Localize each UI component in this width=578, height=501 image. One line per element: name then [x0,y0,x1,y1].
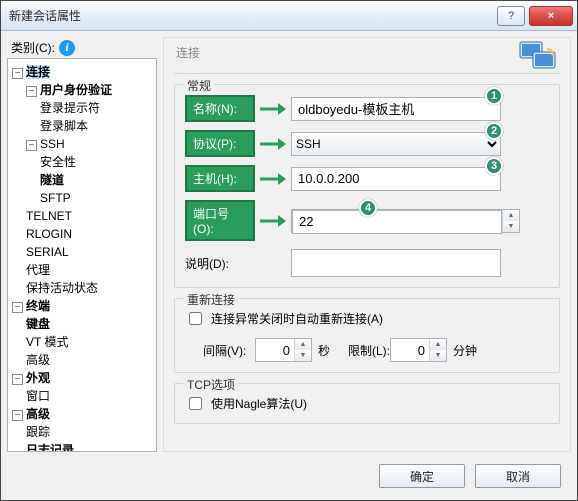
tree-node-ssh[interactable]: SSH [40,137,65,151]
tree-toggle-icon[interactable]: − [26,86,37,97]
label-protocol: 协议(P): [185,130,255,157]
arrow-icon [259,172,287,186]
help-button[interactable]: ? [497,6,525,26]
callout-3: 3 [485,157,503,175]
tree-node-serial[interactable]: SERIAL [26,245,69,259]
info-icon: i [59,40,75,56]
spin-up-icon[interactable]: ▲ [430,339,446,350]
window-title: 新建会话属性 [9,7,493,24]
tree-node-login-script[interactable]: 登录脚本 [40,119,88,133]
spin-down-icon[interactable]: ▼ [430,350,446,361]
label-minutes: 分钟 [453,342,477,359]
tree-toggle-icon[interactable]: − [12,68,23,79]
row-name: 名称(N): 1 [185,95,549,122]
category-tree[interactable]: −连接 −用户身份验证 登录提示符 登录脚本 −SSH 安全性 [7,58,157,452]
interval-stepper[interactable]: ▲▼ [255,338,312,362]
tree-node-auth[interactable]: 用户身份验证 [40,83,112,97]
group-tcp: TCP选项 使用Nagle算法(U) [174,383,560,424]
row-port: 端口号(O): ▲▼ 4 [185,200,549,241]
tree-node-telnet[interactable]: TELNET [26,209,72,223]
callout-1: 1 [485,87,503,105]
group-reconnect: 重新连接 连接异常关闭时自动重新连接(A) 间隔(V): ▲▼ 秒 限制(L): [174,298,560,373]
legend-reconnect: 重新连接 [183,291,239,308]
interval-input[interactable] [256,339,294,361]
client-area: 类别(C): i −连接 −用户身份验证 登录提示符 登录脚本 − [1,31,577,500]
close-button[interactable]: × [529,6,573,26]
tree-node-proxy[interactable]: 代理 [26,263,50,277]
tree-node-keyboard[interactable]: 键盘 [26,317,50,331]
tree-node-advanced-terminal[interactable]: 高级 [26,353,50,367]
tree-node-tunnel[interactable]: 隧道 [40,173,64,187]
label-description: 说明(D): [185,252,255,275]
label-name: 名称(N): [185,95,255,122]
name-input[interactable] [291,97,501,121]
auto-reconnect-label: 连接异常关闭时自动重新连接(A) [211,310,383,327]
group-general: 常规 名称(N): 1 协议(P): [174,84,560,288]
title-bar: 新建会话属性 ? × [1,1,577,31]
tree-node-vt[interactable]: VT 模式 [26,335,68,349]
callout-4: 4 [359,199,377,217]
category-label: 类别(C): i [11,39,157,56]
label-limit: 限制(L): [330,342,390,359]
label-interval: 间隔(V): [185,342,255,359]
description-input[interactable] [291,249,501,277]
tree-node-connection[interactable]: 连接 [26,65,50,79]
session-icon [519,39,559,78]
tree-toggle-icon[interactable]: − [12,302,23,313]
port-stepper[interactable]: ▲▼ [291,209,520,233]
tree-node-keepalive[interactable]: 保持活动状态 [26,281,98,295]
label-port: 端口号(O): [185,200,255,241]
spin-up-icon[interactable]: ▲ [295,339,311,350]
callout-2: 2 [485,122,503,140]
legend-general: 常规 [183,77,215,94]
limit-input[interactable] [391,339,429,361]
protocol-select[interactable]: SSH [291,132,501,156]
spin-down-icon[interactable]: ▼ [503,221,519,232]
tree-node-window[interactable]: 窗口 [26,389,50,403]
arrow-icon [259,214,287,228]
tree-node-security[interactable]: 安全性 [40,155,76,169]
tree-node-log[interactable]: 日志记录 [26,443,74,452]
tree-toggle-icon[interactable]: − [12,410,23,421]
tree-toggle-icon[interactable]: − [26,140,37,151]
arrow-icon [259,102,287,116]
tree-node-appearance[interactable]: 外观 [26,371,50,385]
nagle-checkbox[interactable] [189,397,202,410]
tree-node-login-prompt[interactable]: 登录提示符 [40,101,100,115]
host-input[interactable] [291,167,501,191]
spin-down-icon[interactable]: ▼ [295,350,311,361]
tree-node-terminal[interactable]: 终端 [26,299,50,313]
tree-node-sftp[interactable]: SFTP [40,191,71,205]
cancel-button[interactable]: 取消 [475,464,561,488]
tree-node-rlogin[interactable]: RLOGIN [26,227,72,241]
row-description: 说明(D): [185,249,549,277]
row-host: 主机(H): 3 [185,165,549,192]
auto-reconnect-checkbox[interactable] [189,312,202,325]
dialog-footer: 确定 取消 [7,458,571,494]
settings-panel: 连接 常规 名称(N): [163,37,571,452]
spin-up-icon[interactable]: ▲ [503,210,519,221]
nagle-label: 使用Nagle算法(U) [211,395,307,412]
label-seconds: 秒 [318,342,330,359]
tree-toggle-icon[interactable]: − [12,374,23,385]
label-host: 主机(H): [185,165,255,192]
row-protocol: 协议(P): SSH 2 [185,130,549,157]
tree-node-advanced[interactable]: 高级 [26,407,50,421]
ok-button[interactable]: 确定 [379,464,465,488]
limit-stepper[interactable]: ▲▼ [390,338,447,362]
legend-tcp: TCP选项 [183,376,239,393]
panel-heading: 连接 [176,44,560,61]
port-input[interactable] [292,210,502,234]
arrow-icon [259,137,287,151]
tree-node-trace[interactable]: 跟踪 [26,425,50,439]
